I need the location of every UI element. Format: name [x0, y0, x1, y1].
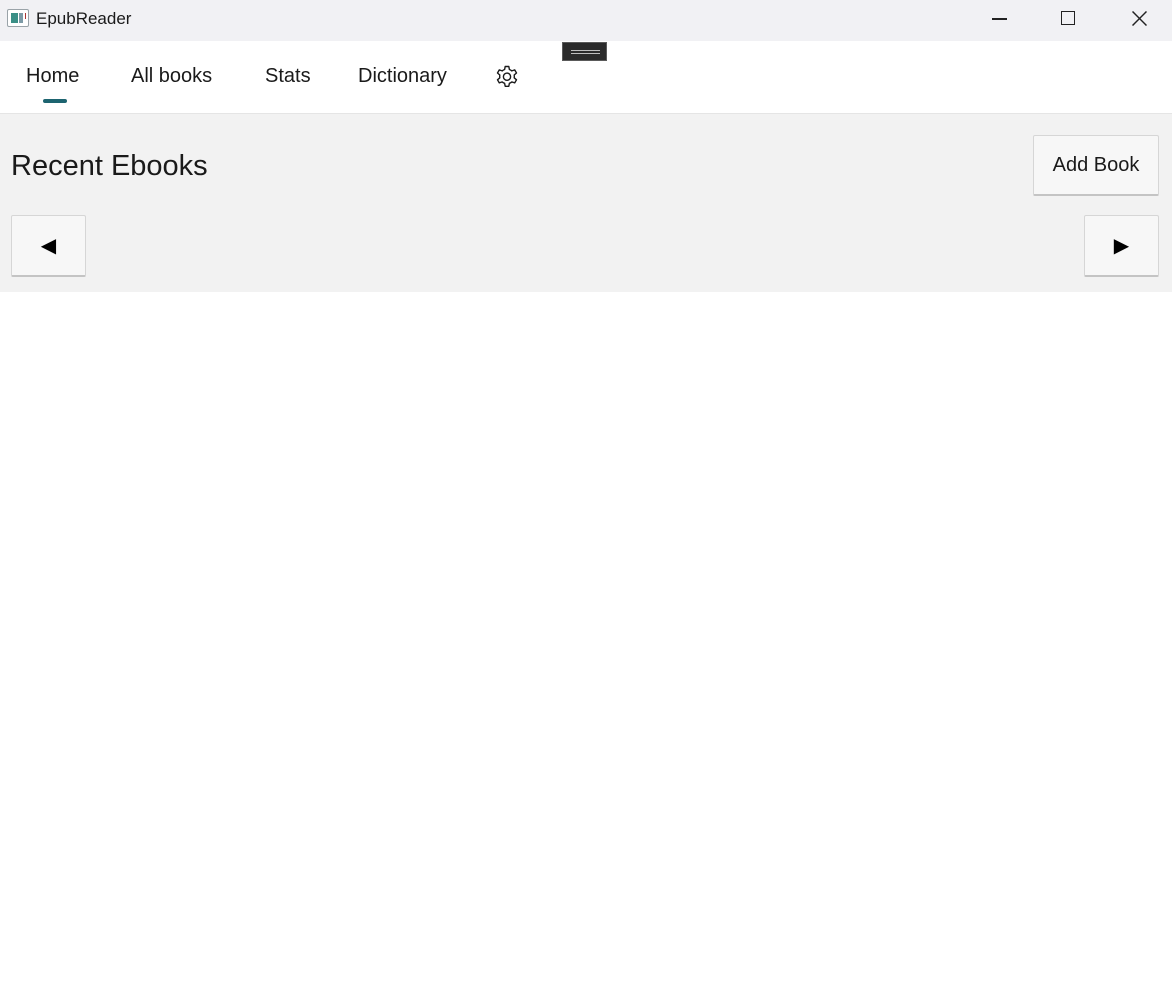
- gear-icon: [496, 65, 518, 87]
- maximize-icon: [1061, 11, 1075, 25]
- add-book-button[interactable]: Add Book: [1033, 135, 1159, 196]
- minimize-button[interactable]: [964, 0, 1034, 37]
- tab-stats[interactable]: Stats: [265, 65, 311, 88]
- section-title: Recent Ebooks: [11, 150, 208, 182]
- next-button[interactable]: ▶: [1084, 215, 1159, 277]
- minimize-icon: [992, 18, 1007, 20]
- content-area: [0, 292, 1172, 984]
- title-bar: EpubReader: [0, 0, 1172, 41]
- tab-all-books[interactable]: All books: [131, 65, 212, 88]
- previous-button[interactable]: ◀: [11, 215, 86, 277]
- recent-ebooks-section: Recent Ebooks Add Book ◀ ▶: [0, 114, 1172, 292]
- settings-button[interactable]: [492, 64, 522, 92]
- selected-tab-indicator: [43, 99, 67, 103]
- tab-home[interactable]: Home: [26, 65, 79, 88]
- close-icon: [1132, 11, 1147, 26]
- arrow-right-icon: ▶: [1113, 234, 1130, 257]
- close-button[interactable]: [1104, 0, 1172, 37]
- tab-dictionary[interactable]: Dictionary: [358, 65, 447, 88]
- app-icon: [7, 9, 29, 27]
- drag-handle[interactable]: [562, 42, 607, 61]
- window-title: EpubReader: [36, 9, 132, 28]
- nav-bar: Home All books Stats Dictionary: [0, 41, 1172, 114]
- maximize-button[interactable]: [1034, 0, 1104, 37]
- arrow-left-icon: ◀: [40, 234, 57, 257]
